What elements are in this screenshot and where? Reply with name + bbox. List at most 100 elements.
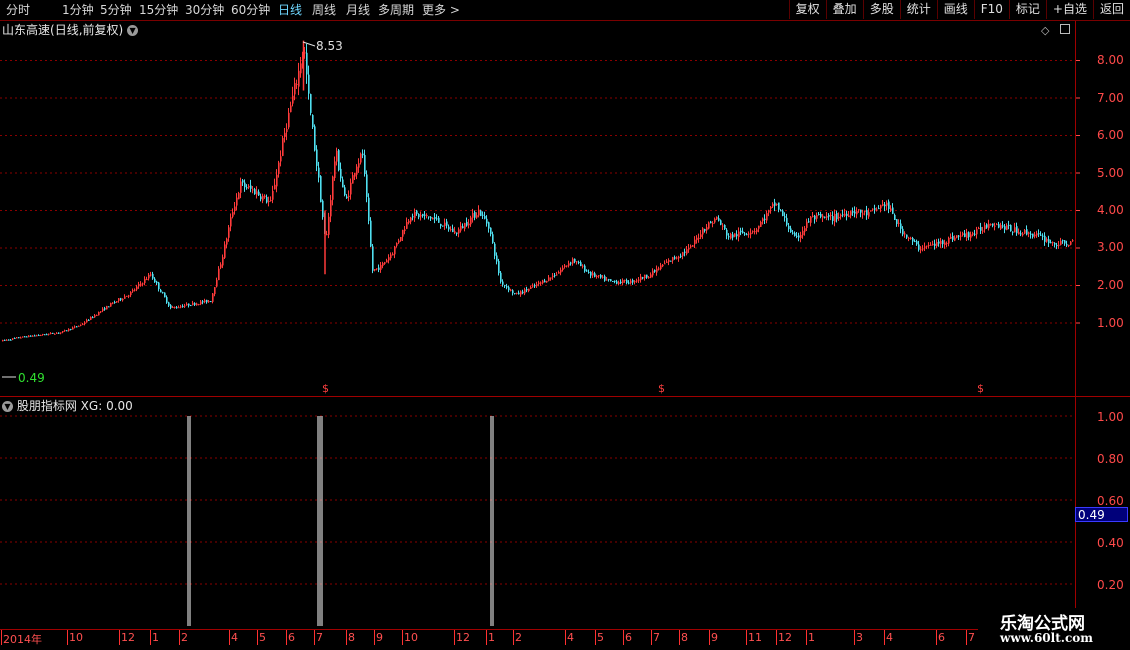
candle-body: [644, 274, 646, 279]
candle-body: [356, 166, 358, 175]
watermark-url: www.60lt.com: [1000, 631, 1093, 645]
candle-body: [170, 305, 172, 308]
candle-body: [842, 214, 844, 216]
candle-body: [124, 296, 126, 299]
main-y-axis-line: [1075, 21, 1076, 397]
candle-body: [134, 289, 136, 291]
candle-body: [48, 333, 50, 335]
candle-body: [922, 248, 924, 250]
candle-body: [332, 176, 334, 200]
candle-body: [634, 281, 636, 283]
candle-body: [372, 246, 374, 271]
date-tick: [651, 630, 652, 645]
candle-body: [566, 265, 568, 267]
low-price-label: 0.49: [18, 371, 45, 385]
candle-body: [820, 213, 822, 217]
xg-value: 0.00: [106, 399, 133, 413]
indicator-title[interactable]: ▼ 股朋指标网 XG: 0.00: [2, 398, 133, 414]
candle-body: [1062, 240, 1064, 242]
dividend-marker[interactable]: $: [322, 382, 329, 395]
candle-body: [812, 215, 814, 217]
candle-body: [152, 273, 154, 279]
candle-body: [650, 274, 652, 278]
date-tick: [565, 630, 566, 645]
candle-body: [220, 264, 222, 268]
candle-body: [388, 257, 390, 261]
candle-body: [4, 339, 6, 341]
candle-body: [564, 265, 566, 267]
current-value-tag: 0.49: [1075, 507, 1128, 522]
candle-body: [672, 257, 674, 261]
chevron-down-icon[interactable]: ▼: [2, 401, 13, 412]
dividend-marker[interactable]: $: [658, 382, 665, 395]
date-label: 10: [404, 631, 418, 644]
candle-body: [396, 243, 398, 246]
candle-body: [738, 231, 740, 238]
candle-body: [748, 233, 750, 235]
date-tick: [746, 630, 747, 645]
candle-body: [266, 196, 268, 203]
candle-body: [270, 200, 272, 202]
candle-body: [676, 257, 678, 259]
date-label: 6: [938, 631, 945, 644]
date-label: 2: [515, 631, 522, 644]
candle-body: [254, 189, 256, 195]
candle-body: [486, 218, 488, 224]
candle-body: [786, 217, 788, 225]
candle-body: [704, 229, 706, 231]
candle-body: [190, 305, 192, 307]
candle-body: [294, 83, 296, 95]
candle-body: [236, 197, 238, 206]
candle-body: [784, 216, 786, 218]
candle-body: [846, 213, 848, 216]
candle-body: [290, 105, 292, 113]
candle-body: [632, 279, 634, 283]
candle-body: [750, 232, 752, 235]
dividend-marker[interactable]: $: [977, 382, 984, 395]
candle-body: [140, 283, 142, 285]
candle-body: [168, 302, 170, 306]
candle-body: [262, 195, 264, 201]
date-tick: [966, 630, 967, 645]
candle-body: [646, 274, 648, 278]
candle-body: [806, 221, 808, 228]
candle-body: [896, 219, 898, 224]
candle-body: [130, 292, 132, 296]
date-label: 7: [653, 631, 660, 644]
candle-body: [278, 162, 280, 174]
y-tick-label: 7.00: [1097, 91, 1124, 105]
candle-body: [996, 224, 998, 226]
candle-body: [516, 292, 518, 294]
price-chart[interactable]: [0, 0, 1130, 650]
candle-body: [402, 229, 404, 237]
candle-body: [992, 223, 994, 226]
candle-body: [866, 210, 868, 216]
candle-body: [826, 216, 828, 218]
candle-body: [658, 268, 660, 270]
candle-body: [158, 282, 160, 290]
candle-body: [472, 213, 474, 218]
candle-body: [6, 339, 8, 341]
candle-body: [508, 287, 510, 291]
candle-body: [1068, 244, 1070, 247]
candle-body: [214, 287, 216, 295]
candle-body: [438, 217, 440, 223]
candle-body: [592, 273, 594, 276]
candle-body: [716, 216, 718, 220]
date-label: 9: [711, 631, 718, 644]
candle-body: [386, 260, 388, 263]
candle-body: [222, 257, 224, 266]
candle-body: [432, 217, 434, 220]
candle-body: [180, 306, 182, 308]
candle-body: [956, 235, 958, 238]
date-tick: [884, 630, 885, 645]
candle-body: [1008, 224, 1010, 226]
candle-body: [458, 229, 460, 234]
candle-body: [514, 293, 516, 295]
candle-body: [66, 330, 68, 332]
candle-body: [628, 282, 630, 284]
date-tick: [286, 630, 287, 645]
y-tick-label: 5.00: [1097, 166, 1124, 180]
candle-body: [1056, 244, 1058, 247]
candle-body: [614, 280, 616, 282]
